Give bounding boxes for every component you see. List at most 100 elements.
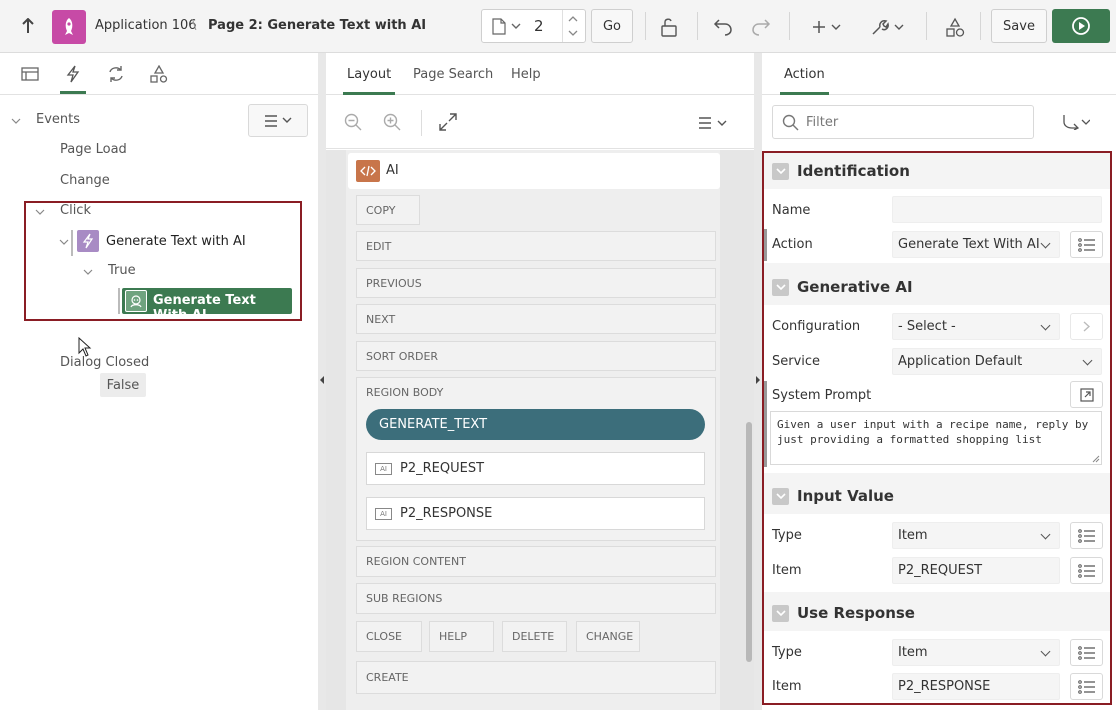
- slot-sort-order[interactable]: SORT ORDER: [356, 341, 716, 371]
- go-to-group-icon[interactable]: [1062, 114, 1090, 130]
- expand-icon[interactable]: [439, 113, 457, 131]
- expand-editor-icon: [1079, 387, 1094, 402]
- page-number-input[interactable]: 2: [534, 17, 544, 35]
- tree-node-page-load[interactable]: Page Load: [60, 142, 127, 157]
- slot-delete[interactable]: DELETE: [502, 621, 567, 652]
- generate-text-button-component[interactable]: GENERATE_TEXT: [366, 409, 705, 440]
- slot-change[interactable]: CHANGE: [576, 621, 640, 652]
- right-tabs: Action: [762, 53, 1116, 95]
- region-ai[interactable]: AI: [348, 153, 720, 189]
- rendering-icon: [21, 67, 39, 81]
- section-generative-ai[interactable]: Generative AI: [772, 278, 913, 296]
- region-body-label: REGION BODY: [366, 386, 444, 399]
- unlock-icon[interactable]: [656, 14, 682, 40]
- tab-layout[interactable]: Layout: [342, 67, 396, 95]
- response-item-list-button[interactable]: [1070, 673, 1103, 700]
- slot-copy[interactable]: COPY: [356, 195, 420, 225]
- zoom-in-icon[interactable]: [383, 113, 401, 131]
- response-type-select[interactable]: Item: [892, 639, 1060, 666]
- tree-menu-button[interactable]: [248, 104, 308, 137]
- go-button[interactable]: Go: [591, 9, 633, 43]
- open-code-editor-button[interactable]: [1070, 381, 1103, 408]
- redo-icon[interactable]: [748, 14, 774, 40]
- add-menu-button[interactable]: [808, 14, 844, 40]
- label-action: Action: [772, 237, 813, 252]
- app-rocket-icon[interactable]: [52, 10, 86, 44]
- section-identification[interactable]: Identification: [772, 162, 910, 180]
- tab-help[interactable]: Help: [511, 67, 541, 82]
- section-identification-title: Identification: [797, 162, 910, 180]
- input-item-list-button[interactable]: [1070, 557, 1103, 584]
- hamburger-icon[interactable]: [698, 117, 712, 129]
- configuration-select[interactable]: - Select -: [892, 313, 1060, 340]
- section-use-response-title: Use Response: [797, 604, 915, 622]
- item-p2-request[interactable]: AI P2_REQUEST: [366, 452, 705, 485]
- page-icon: [492, 18, 506, 35]
- tree-node-change[interactable]: Change: [60, 173, 110, 188]
- stepper-up-icon[interactable]: [568, 15, 578, 22]
- configuration-goto-button[interactable]: [1070, 313, 1103, 340]
- action-select[interactable]: Generate Text With AI: [892, 231, 1060, 258]
- play-icon: [1072, 17, 1090, 35]
- input-type-select[interactable]: Item: [892, 522, 1060, 549]
- response-type-list-button[interactable]: [1070, 639, 1103, 666]
- filter-input[interactable]: Filter: [772, 105, 1034, 139]
- chevron-down-icon: [772, 604, 789, 622]
- layout-toolbar: [326, 96, 754, 149]
- up-arrow-icon[interactable]: [16, 14, 40, 38]
- system-prompt-textarea[interactable]: Given a user input with a recipe name, r…: [770, 411, 1102, 465]
- tree-node-dialog-closed[interactable]: Dialog Closed: [60, 355, 149, 370]
- left-splitter[interactable]: [318, 53, 326, 710]
- mouse-cursor-icon: [78, 337, 92, 357]
- tree-node-false[interactable]: False: [100, 373, 146, 397]
- chevron-down-icon: [772, 278, 789, 296]
- name-field[interactable]: [892, 196, 1102, 223]
- label-name: Name: [772, 203, 811, 218]
- tab-processing[interactable]: [103, 63, 129, 85]
- item-p2-response[interactable]: AI P2_RESPONSE: [366, 497, 705, 530]
- input-type-list-button[interactable]: [1070, 522, 1103, 549]
- slot-create[interactable]: CREATE: [356, 661, 716, 694]
- section-input-value[interactable]: Input Value: [772, 487, 894, 505]
- item-p2-response-label: P2_RESPONSE: [400, 506, 493, 521]
- slot-close[interactable]: CLOSE: [356, 621, 422, 652]
- slot-sub-regions[interactable]: SUB REGIONS: [356, 583, 716, 614]
- collapse-right-icon: [756, 376, 760, 384]
- breadcrumb-app[interactable]: Application 106: [95, 18, 197, 33]
- page-title: Page 2: Generate Text with AI: [208, 18, 427, 33]
- response-item-field[interactable]: P2_RESPONSE: [892, 673, 1060, 700]
- undo-icon[interactable]: [710, 14, 736, 40]
- tab-page-search[interactable]: Page Search: [413, 67, 493, 82]
- zoom-out-icon[interactable]: [344, 113, 362, 131]
- shared-components-icon[interactable]: [942, 14, 968, 40]
- slot-next[interactable]: NEXT: [356, 304, 716, 334]
- service-select[interactable]: Application Default: [892, 348, 1102, 375]
- resize-handle-icon[interactable]: [1092, 455, 1100, 463]
- right-splitter[interactable]: [754, 53, 762, 710]
- section-use-response[interactable]: Use Response: [772, 604, 915, 622]
- run-button[interactable]: [1052, 9, 1110, 43]
- utilities-menu-button[interactable]: [868, 14, 906, 40]
- stepper-down-icon[interactable]: [568, 30, 578, 37]
- tab-shared-components[interactable]: [146, 63, 172, 85]
- tab-dynamic-actions[interactable]: [60, 63, 86, 94]
- slot-previous[interactable]: PREVIOUS: [356, 268, 716, 298]
- label-system-prompt: System Prompt: [772, 388, 872, 403]
- section-input-value-title: Input Value: [797, 487, 894, 505]
- tab-rendering[interactable]: [17, 63, 43, 85]
- slot-region-content[interactable]: REGION CONTENT: [356, 546, 716, 577]
- chevron-down-icon[interactable]: [11, 116, 21, 126]
- canvas-scrollbar[interactable]: [746, 422, 752, 662]
- chevron-down-icon[interactable]: [717, 120, 727, 127]
- chevron-down-icon: [894, 24, 903, 30]
- chevron-down-icon: [282, 117, 292, 123]
- label-input-item: Item: [772, 563, 802, 578]
- input-item-field[interactable]: P2_REQUEST: [892, 557, 1060, 584]
- slot-edit[interactable]: EDIT: [356, 231, 716, 261]
- tab-action[interactable]: Action: [780, 67, 829, 95]
- tree-node-events[interactable]: Events: [36, 112, 80, 127]
- slot-help[interactable]: HELP: [429, 621, 494, 652]
- region-ai-label: AI: [386, 163, 399, 178]
- action-list-button[interactable]: [1070, 231, 1103, 258]
- save-button[interactable]: Save: [991, 9, 1047, 43]
